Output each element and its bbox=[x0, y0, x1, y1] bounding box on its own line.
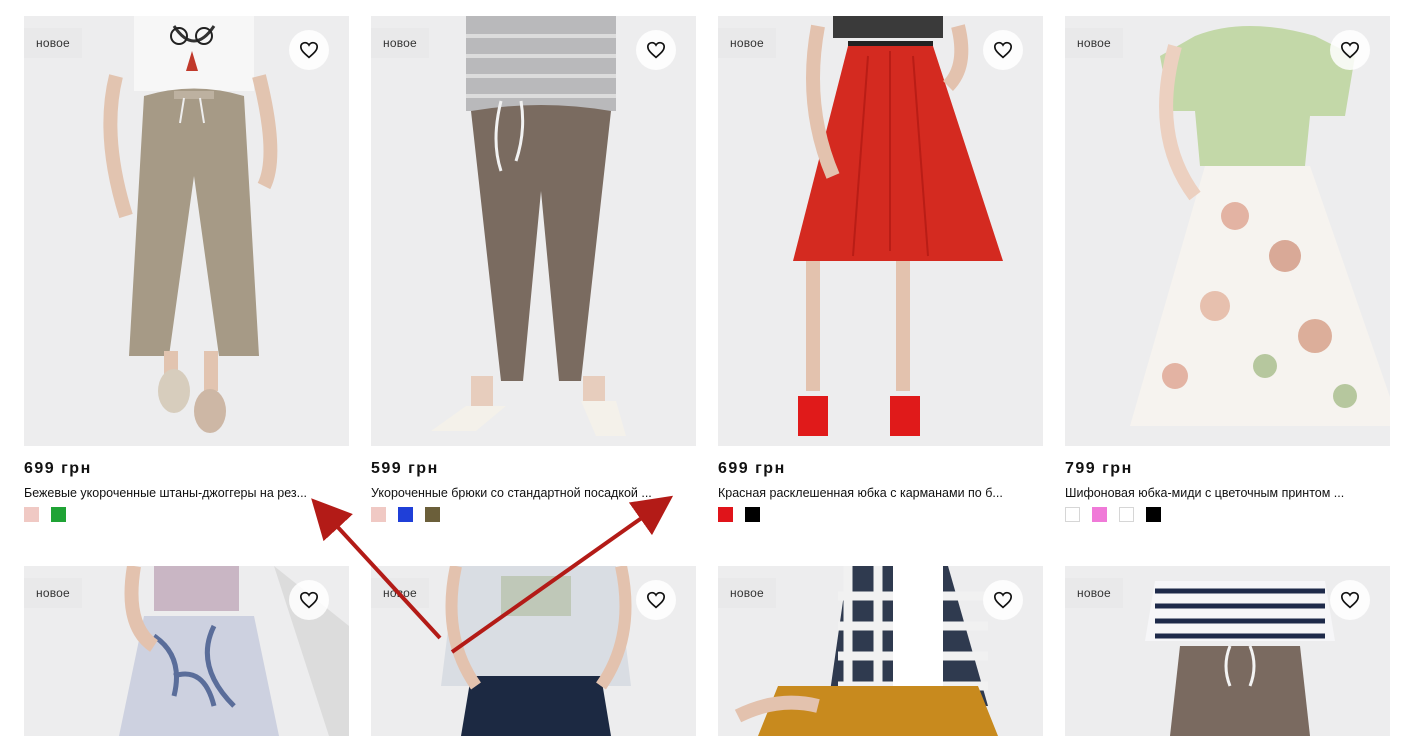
product-photo[interactable]: новое bbox=[371, 16, 696, 446]
favorite-button[interactable] bbox=[289, 580, 329, 620]
heart-icon bbox=[993, 591, 1013, 609]
product-photo[interactable]: новое bbox=[24, 16, 349, 446]
new-badge: новое bbox=[371, 578, 429, 608]
product-title[interactable]: Шифоновая юбка-миди с цветочным принтом … bbox=[1065, 486, 1365, 500]
favorite-button[interactable] bbox=[983, 580, 1023, 620]
product-price: 799 грн bbox=[1065, 460, 1133, 477]
product-photo[interactable]: новое bbox=[1065, 566, 1390, 736]
product-image bbox=[431, 16, 626, 436]
color-swatch[interactable] bbox=[1092, 507, 1107, 522]
product-title[interactable]: Бежевые укороченные штаны-джоггеры на ре… bbox=[24, 486, 324, 500]
product-photo[interactable]: новое bbox=[24, 566, 349, 736]
new-badge: новое bbox=[1065, 28, 1123, 58]
new-badge: новое bbox=[718, 28, 776, 58]
product-photo[interactable]: новое bbox=[1065, 16, 1390, 446]
favorite-button[interactable] bbox=[636, 30, 676, 70]
product-title[interactable]: Укороченные брюки со стандартной посадко… bbox=[371, 486, 671, 500]
product-price: 699 грн bbox=[24, 460, 92, 477]
favorite-button[interactable] bbox=[983, 30, 1023, 70]
heart-icon bbox=[646, 41, 666, 59]
color-swatch[interactable] bbox=[745, 507, 760, 522]
product-photo[interactable]: новое bbox=[718, 16, 1043, 446]
new-badge: новое bbox=[24, 578, 82, 608]
new-badge: новое bbox=[371, 28, 429, 58]
product-image bbox=[103, 16, 278, 433]
heart-icon bbox=[299, 591, 319, 609]
color-swatch[interactable] bbox=[718, 507, 733, 522]
heart-icon bbox=[646, 591, 666, 609]
color-swatch[interactable] bbox=[1065, 507, 1080, 522]
product-photo[interactable]: новое bbox=[371, 566, 696, 736]
color-swatch[interactable] bbox=[1119, 507, 1134, 522]
color-swatch[interactable] bbox=[1146, 507, 1161, 522]
color-swatches bbox=[371, 507, 440, 522]
color-swatches bbox=[1065, 507, 1161, 522]
color-swatches bbox=[24, 507, 66, 522]
color-swatch[interactable] bbox=[398, 507, 413, 522]
product-price: 599 грн bbox=[371, 460, 439, 477]
heart-icon bbox=[1340, 591, 1360, 609]
heart-icon bbox=[1340, 41, 1360, 59]
new-badge: новое bbox=[718, 578, 776, 608]
favorite-button[interactable] bbox=[289, 30, 329, 70]
favorite-button[interactable] bbox=[1330, 30, 1370, 70]
new-badge: новое bbox=[24, 28, 82, 58]
heart-icon bbox=[993, 41, 1013, 59]
product-image bbox=[793, 16, 1003, 436]
color-swatch[interactable] bbox=[51, 507, 66, 522]
product-photo[interactable]: новое bbox=[718, 566, 1043, 736]
product-title[interactable]: Красная расклешенная юбка с карманами по… bbox=[718, 486, 1018, 500]
new-badge: новое bbox=[1065, 578, 1123, 608]
color-swatch[interactable] bbox=[24, 507, 39, 522]
color-swatches bbox=[718, 507, 760, 522]
product-price: 699 грн bbox=[718, 460, 786, 477]
favorite-button[interactable] bbox=[636, 580, 676, 620]
product-image bbox=[1130, 26, 1390, 426]
favorite-button[interactable] bbox=[1330, 580, 1370, 620]
color-swatch[interactable] bbox=[425, 507, 440, 522]
heart-icon bbox=[299, 41, 319, 59]
product-grid: новое 699 грн Бежевые укороченные штаны-… bbox=[0, 0, 1424, 736]
color-swatch[interactable] bbox=[371, 507, 386, 522]
